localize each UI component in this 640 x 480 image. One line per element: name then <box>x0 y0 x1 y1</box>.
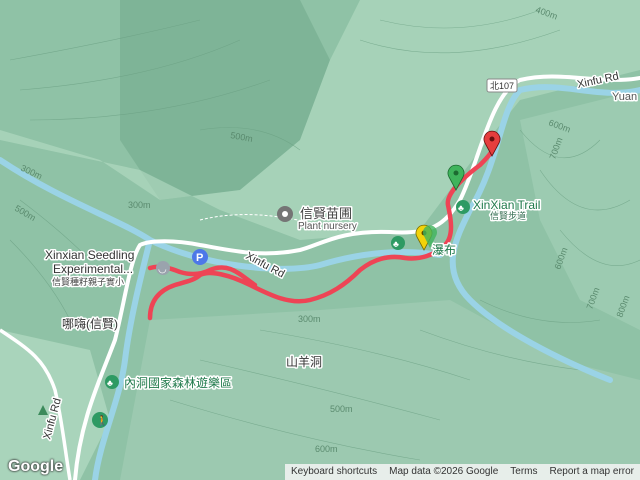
experimental-label-zh: 信賢種籽親子實小 <box>52 276 124 287</box>
place-label-nalu: 哪嗨(信賢) <box>62 317 118 331</box>
nursery-label-en: Plant nursery <box>298 221 357 232</box>
nursery-label-zh: 信賢苗圃 <box>300 206 352 221</box>
svg-text:♣: ♣ <box>107 378 113 388</box>
contour-label: 300m <box>128 200 151 210</box>
svg-text:♣: ♣ <box>393 239 399 249</box>
svg-text:◡: ◡ <box>158 264 167 275</box>
experimental-label-en-2: Experimental... <box>53 262 133 276</box>
terms-link[interactable]: Terms <box>504 464 543 480</box>
map-data-text: Map data ©2026 Google <box>389 466 499 477</box>
waterfall-label: 瀑布 <box>432 243 456 257</box>
parking-marker[interactable]: P <box>192 249 208 265</box>
contour-label: 600m <box>315 444 338 454</box>
svg-text:♣: ♣ <box>458 203 464 213</box>
google-logo: Google <box>8 458 64 475</box>
contour-label: 500m <box>330 404 353 414</box>
trail-label-zh: 信賢步道 <box>490 210 526 221</box>
keyboard-shortcuts-link[interactable]: Keyboard shortcuts <box>285 464 383 480</box>
route-shield: 北107 <box>486 78 518 93</box>
place-label-shanyangdong: 山羊洞 <box>286 354 322 369</box>
contour-label: 300m <box>298 314 321 324</box>
attribution-bar: Keyboard shortcuts Map data ©2026 Google… <box>284 464 640 480</box>
route-shield-label: 北107 <box>490 81 514 91</box>
terrain-map: 400m 500m 300m 300m 300m 500m 600m 600m … <box>0 0 640 480</box>
report-error-link[interactable]: Report a map error <box>544 464 640 480</box>
forest-park-label: 內洞國家森林遊樂區 <box>124 375 232 390</box>
trail-label-en: XinXian Trail <box>473 198 540 212</box>
parking-label: P <box>196 252 203 264</box>
place-label-yuan: Yuan <box>612 91 637 103</box>
forest-park-poi[interactable]: ♣ 內洞國家森林遊樂區 <box>105 374 234 392</box>
svg-text:🚶: 🚶 <box>96 414 108 427</box>
map-canvas[interactable]: 400m 500m 300m 300m 300m 500m 600m 600m … <box>0 0 640 480</box>
experimental-label-en-1: Xinxian Seedling <box>45 248 134 262</box>
